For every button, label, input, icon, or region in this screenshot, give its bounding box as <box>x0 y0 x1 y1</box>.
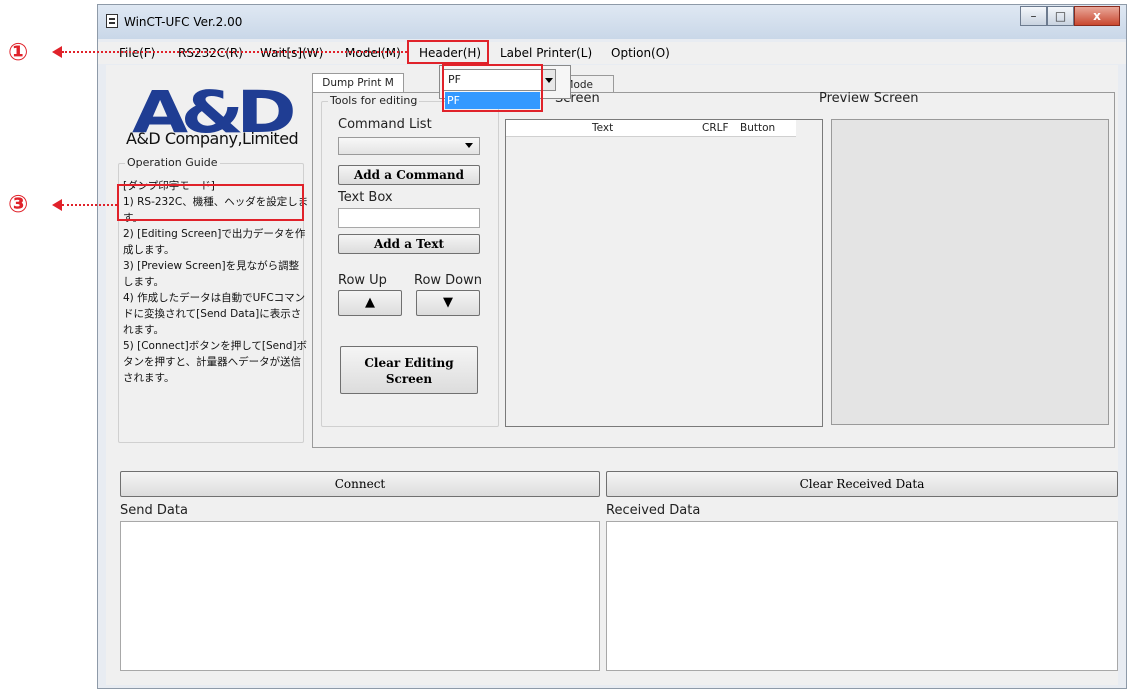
down-arrow-icon: ▼ <box>443 295 453 310</box>
add-command-button[interactable]: Add a Command <box>338 165 480 185</box>
menu-bar: File(F) RS232C(R) Wait[s](W) Model(M) He… <box>98 42 1126 64</box>
annotation-arrow-1 <box>52 46 62 58</box>
menu-model[interactable]: Model(M) <box>345 46 401 60</box>
column-crlf[interactable]: CRLF <box>702 122 729 134</box>
annotation-marker-1: ① <box>8 38 29 66</box>
menu-rs232c[interactable]: RS232C(R) <box>178 46 243 60</box>
dump-print-panel: Tools for editing Command List Add a Com… <box>312 91 1115 448</box>
minimize-button[interactable]: – <box>1020 6 1047 26</box>
client-area: A&D A&D Company,Limited Operation Guide … <box>106 65 1118 685</box>
chevron-down-icon <box>465 143 473 148</box>
menu-label-printer[interactable]: Label Printer(L) <box>500 46 592 60</box>
annotation-line-1 <box>62 51 407 53</box>
menu-option[interactable]: Option(O) <box>611 46 670 60</box>
window-controls: – □ x <box>1020 6 1120 26</box>
row-down-button[interactable]: ▼ <box>416 290 480 316</box>
window-title: WinCT-UFC Ver.2.00 <box>124 15 243 29</box>
menu-file[interactable]: File(F) <box>119 46 155 60</box>
app-icon <box>106 14 118 28</box>
highlight-header-dropdown <box>442 64 543 112</box>
row-up-label: Row Up <box>338 273 387 288</box>
tab-dump-print[interactable]: Dump Print M <box>312 73 404 93</box>
command-list-label: Command List <box>338 117 432 132</box>
connect-button[interactable]: Connect <box>120 471 600 497</box>
highlight-guide-step1 <box>117 184 304 221</box>
annotation-line-3 <box>62 204 117 206</box>
chevron-down-icon <box>545 78 553 83</box>
highlight-header-menu <box>407 40 489 64</box>
column-button[interactable]: Button <box>740 122 775 134</box>
title-bar: WinCT-UFC Ver.2.00 – □ x <box>98 5 1126 39</box>
menu-wait[interactable]: Wait[s](W) <box>260 46 323 60</box>
grid-header: Text CRLF Button <box>506 120 796 137</box>
editing-screen-grid[interactable]: Text CRLF Button <box>505 119 823 427</box>
logo-company-name: A&D Company,Limited <box>126 129 299 148</box>
dropdown-button[interactable] <box>542 69 556 91</box>
clear-editing-screen-button[interactable]: Clear Editing Screen <box>340 346 478 394</box>
command-list-select[interactable] <box>338 137 480 155</box>
clear-editing-label-1: Clear Editing <box>364 356 454 370</box>
tools-title: Tools for editing <box>328 94 420 107</box>
company-logo: A&D A&D Company,Limited <box>126 83 316 148</box>
received-data-label: Received Data <box>606 503 701 518</box>
send-data-label: Send Data <box>120 503 188 518</box>
annotation-marker-3: ③ <box>8 190 29 218</box>
close-button[interactable]: x <box>1074 6 1120 26</box>
clear-received-data-button[interactable]: Clear Received Data <box>606 471 1118 497</box>
row-down-label: Row Down <box>414 273 483 288</box>
row-up-button[interactable]: ▲ <box>338 290 402 316</box>
guide-line-2: 2) [Editing Screen]で出力データを作成します。 <box>123 228 306 256</box>
up-arrow-icon: ▲ <box>365 295 375 310</box>
column-text[interactable]: Text <box>592 122 613 134</box>
add-text-button[interactable]: Add a Text <box>338 234 480 254</box>
annotation-arrow-3 <box>52 199 62 211</box>
guide-line-3: 3) [Preview Screen]を見ながら調整します。 <box>123 260 300 288</box>
tools-for-editing: Tools for editing Command List Add a Com… <box>321 94 499 427</box>
clear-editing-label-2: Screen <box>385 372 433 386</box>
send-data-textarea[interactable] <box>120 521 600 671</box>
text-box-input[interactable] <box>338 208 480 228</box>
app-window: WinCT-UFC Ver.2.00 – □ x File(F) RS232C(… <box>97 4 1127 689</box>
guide-line-5: 5) [Connect]ボタンを押して[Send]ボタンを押すと、計量器へデータ… <box>123 340 308 384</box>
received-data-textarea[interactable] <box>606 521 1118 671</box>
preview-screen-title: Preview Screen <box>819 91 919 106</box>
guide-line-4: 4) 作成したデータは自動でUFCコマンドに変換されて[Send Data]に表… <box>123 292 306 336</box>
text-box-label: Text Box <box>338 190 393 205</box>
maximize-button[interactable]: □ <box>1047 6 1074 26</box>
preview-screen <box>831 119 1109 425</box>
operation-guide-title: Operation Guide <box>125 156 220 169</box>
